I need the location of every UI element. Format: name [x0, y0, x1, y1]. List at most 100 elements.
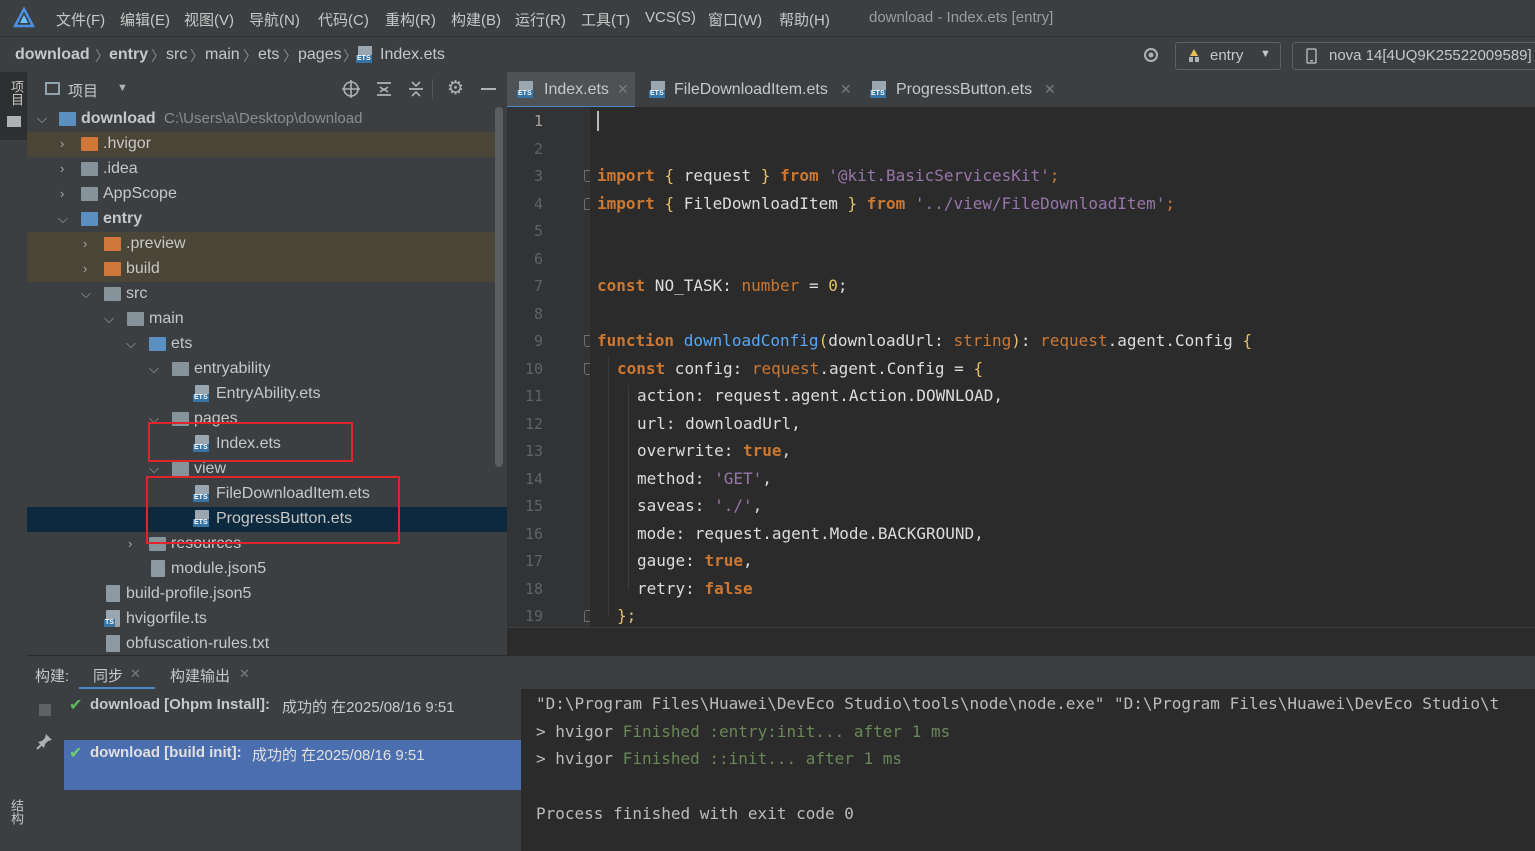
menu-tools[interactable]: 工具(T)	[581, 9, 630, 30]
device-selector[interactable]: nova 14[4UQ9K25522009589]	[1292, 42, 1535, 70]
close-icon[interactable]: ✕	[840, 81, 852, 98]
build-panel-header: 构建: 同步 ✕ 构建输出 ✕	[27, 655, 1535, 690]
menu-window[interactable]: 窗口(W)	[708, 9, 762, 30]
breadcrumb-ets[interactable]: ets	[258, 46, 279, 64]
folder-icon	[81, 162, 98, 176]
collapse-all-icon[interactable]	[407, 80, 425, 98]
menu-view[interactable]: 视图(V)	[184, 9, 234, 30]
gear-icon[interactable]: ⚙	[447, 77, 464, 100]
breadcrumb-index-ets[interactable]: Index.ets	[380, 46, 445, 64]
folder-icon	[104, 287, 121, 301]
tab-build-output[interactable]: 构建输出 ✕	[160, 656, 260, 690]
build-event-ohpm-install[interactable]: ✔ download [Ohpm Install]: 成功的 在2025/08/…	[64, 691, 521, 719]
pin-icon[interactable]	[36, 732, 54, 750]
tree-item-module-json5[interactable]: module.json5	[27, 557, 507, 582]
breadcrumb-entry[interactable]: entry	[109, 46, 148, 64]
close-icon[interactable]: ✕	[130, 666, 141, 682]
structure-tool-button[interactable]: 结构	[0, 797, 27, 851]
tree-item-download[interactable]: ⌵ download C:\Users\a\Desktop\download	[27, 107, 507, 132]
close-icon[interactable]: ✕	[239, 666, 250, 682]
chevron-down-icon: ⌵	[149, 461, 159, 476]
target-icon[interactable]	[1142, 46, 1160, 64]
build-console-output[interactable]: "D:\Program Files\Huawei\DevEco Studio\t…	[521, 689, 1535, 851]
deveco-logo-icon	[13, 7, 35, 28]
tree-item-preview[interactable]: › .preview	[27, 232, 507, 257]
tree-item-label: build	[126, 260, 160, 277]
tree-item-hvigor[interactable]: › .hvigor	[27, 132, 507, 157]
line-number: 17	[524, 552, 543, 570]
chevron-right-icon: ›	[60, 186, 65, 201]
ets-file-icon: ETS	[193, 385, 209, 402]
tab-progressbutton-ets[interactable]: ETS ProgressButton.ets ✕	[862, 72, 1062, 106]
chevron-down-icon[interactable]: ▼	[117, 82, 128, 94]
json-file-icon	[151, 560, 165, 577]
code-line-7: const NO_TASK: number = 0;	[597, 276, 848, 295]
title-bar: 文件(F) 编辑(E) 视图(V) 导航(N) 代码(C) 重构(R) 构建(B…	[0, 0, 1535, 36]
tab-sync[interactable]: 同步 ✕	[79, 656, 155, 690]
tree-item-src[interactable]: ⌵ src	[27, 282, 507, 307]
menu-navigate[interactable]: 导航(N)	[249, 9, 300, 30]
tree-item-hvigorfile[interactable]: TS hvigorfile.ts	[27, 607, 507, 632]
breadcrumb-separator-icon: 〉	[151, 48, 165, 64]
highlight-box-view	[146, 476, 400, 544]
stop-icon[interactable]	[39, 704, 51, 716]
breadcrumb-download[interactable]: download	[15, 46, 90, 64]
project-scrollbar[interactable]	[495, 107, 503, 467]
console-line-hvigor-entry: > hvigor Finished :entry:init... after 1…	[536, 722, 951, 741]
project-tool-button[interactable]: 项目	[0, 72, 27, 140]
breadcrumb-separator-icon: 〉	[343, 48, 357, 64]
structure-tool-label: 结构	[9, 799, 24, 825]
console-line-hvigor-init: > hvigor Finished ::init... after 1 ms	[536, 749, 903, 768]
project-panel-title[interactable]: 项目	[68, 80, 98, 101]
tree-item-appscope[interactable]: › AppScope	[27, 182, 507, 207]
menu-refactor[interactable]: 重构(R)	[385, 9, 436, 30]
line-number: 19	[524, 607, 543, 625]
tree-item-entryability-ets[interactable]: ETS EntryAbility.ets	[27, 382, 507, 407]
tree-item-obfuscation-rules[interactable]: obfuscation-rules.txt	[27, 632, 507, 655]
chevron-right-icon: ›	[128, 536, 133, 551]
close-icon[interactable]: ✕	[1044, 81, 1056, 98]
breadcrumb-pages[interactable]: pages	[298, 46, 342, 64]
check-icon: ✔	[69, 745, 83, 762]
menu-run[interactable]: 运行(R)	[515, 9, 566, 30]
menu-help[interactable]: 帮助(H)	[779, 9, 830, 30]
navigation-bar: download 〉 entry 〉 src 〉 main 〉 ets 〉 pa…	[0, 36, 1535, 74]
menu-file[interactable]: 文件(F)	[56, 9, 105, 30]
line-number: 14	[524, 470, 543, 488]
breadcrumb-separator-icon: 〉	[190, 48, 204, 64]
locate-icon[interactable]	[342, 80, 360, 98]
tree-item-main[interactable]: ⌵ main	[27, 307, 507, 332]
tree-item-idea[interactable]: › .idea	[27, 157, 507, 182]
menu-code[interactable]: 代码(C)	[318, 9, 369, 30]
tree-item-build-profile[interactable]: build-profile.json5	[27, 582, 507, 607]
tree-item-entry[interactable]: ⌵ entry	[27, 207, 507, 232]
tab-index-ets[interactable]: ETS Index.ets ✕	[507, 72, 635, 109]
code-line-3: import { request } from '@kit.BasicServi…	[597, 166, 1060, 185]
minimize-icon[interactable]	[481, 88, 496, 90]
build-event-build-init[interactable]: ✔ download [build init]: 成功的 在2025/08/16…	[64, 740, 521, 790]
tree-item-label: entryability	[194, 360, 271, 377]
breadcrumb-src[interactable]: src	[166, 46, 187, 64]
line-number: 11	[524, 387, 543, 405]
tree-item-label: obfuscation-rules.txt	[126, 635, 270, 652]
tree-item-build[interactable]: › build	[27, 257, 507, 282]
expand-all-icon[interactable]	[375, 80, 393, 98]
close-icon[interactable]: ✕	[617, 81, 629, 98]
editor-tab-bar: ETS Index.ets ✕ ETS FileDownloadItem.ets…	[507, 72, 1535, 109]
folder-icon	[104, 262, 121, 276]
code-editor[interactable]: import { request } from '@kit.BasicServi…	[590, 107, 1535, 627]
menu-edit[interactable]: 编辑(E)	[120, 9, 170, 30]
project-tool-label: 项目	[9, 80, 24, 106]
tree-item-ets[interactable]: ⌵ ets	[27, 332, 507, 357]
breadcrumb-main[interactable]: main	[205, 46, 240, 64]
menu-vcs[interactable]: VCS(S)	[645, 9, 696, 26]
tab-filedownloaditem-ets[interactable]: ETS FileDownloadItem.ets ✕	[641, 72, 853, 106]
project-panel-header: 项目 ▼ ⚙	[27, 72, 507, 108]
tab-label: ProgressButton.ets	[896, 81, 1033, 98]
tree-item-entryability[interactable]: ⌵ entryability	[27, 357, 507, 382]
folder-icon	[172, 362, 189, 376]
tab-label: 构建输出	[170, 668, 231, 685]
module-selector[interactable]: entry ▼	[1175, 42, 1281, 70]
tree-item-label: ets	[171, 335, 193, 352]
menu-build[interactable]: 构建(B)	[451, 9, 501, 30]
